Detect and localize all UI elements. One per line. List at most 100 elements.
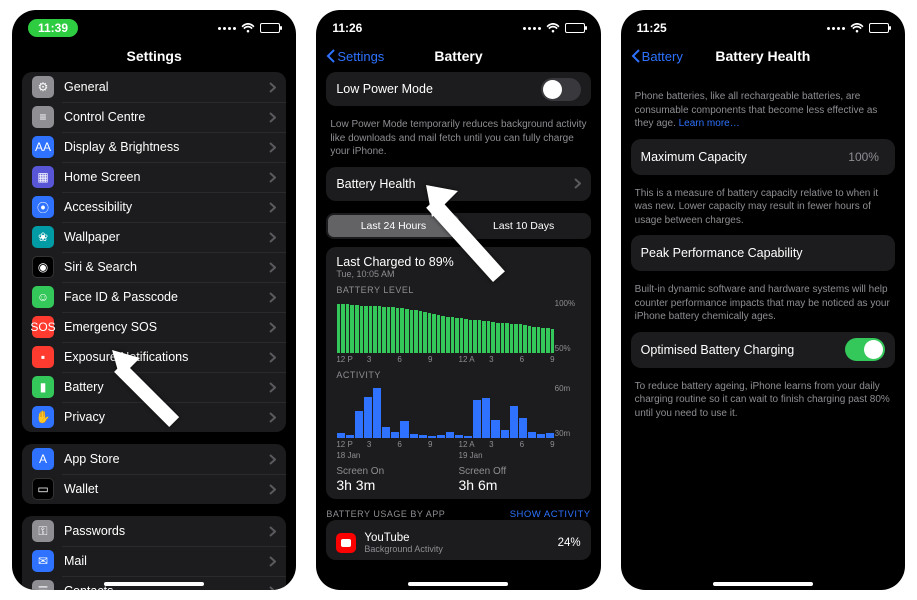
- status-icons: [523, 23, 585, 33]
- page-title: Settings: [127, 48, 182, 64]
- seg-10d[interactable]: Last 10 Days: [459, 215, 589, 237]
- health-content[interactable]: Phone batteries, like all rechargeable b…: [621, 72, 905, 590]
- chart-bar: [482, 398, 490, 438]
- chart-bar: [523, 325, 527, 353]
- max-capacity-row[interactable]: Maximum Capacity 100%: [631, 139, 895, 175]
- chart-bar: [364, 397, 372, 438]
- settings-row-display[interactable]: AADisplay & Brightness: [22, 132, 286, 162]
- home-indicator[interactable]: [408, 582, 508, 586]
- chart-bar: [373, 388, 381, 438]
- settings-row-mail[interactable]: ✉Mail: [22, 546, 286, 576]
- chart-bar: [378, 306, 382, 352]
- chart-bar: [451, 317, 455, 352]
- settings-row-sos[interactable]: SOSEmergency SOS: [22, 312, 286, 342]
- chart-bar: [382, 307, 386, 353]
- status-icons: [218, 23, 280, 33]
- back-button[interactable]: Battery: [631, 49, 683, 64]
- chart-bar: [478, 320, 482, 352]
- chart-bar: [505, 323, 509, 352]
- settings-row-home-screen[interactable]: ▦Home Screen: [22, 162, 286, 192]
- show-activity-link[interactable]: SHOW ACTIVITY: [510, 509, 591, 520]
- settings-row-passwords[interactable]: ⚿Passwords: [22, 516, 286, 546]
- battery-status-icon: [869, 23, 889, 33]
- wifi-icon: [241, 23, 255, 33]
- activity-chart: 60m30m: [336, 384, 580, 438]
- chart-bar: [355, 305, 359, 353]
- learn-more-link[interactable]: Learn more…: [679, 118, 740, 129]
- chart-bar: [514, 324, 518, 353]
- row-label: Wallpaper: [64, 230, 269, 244]
- chevron-right-icon: [269, 352, 276, 363]
- chart-bar: [355, 411, 363, 438]
- low-power-row[interactable]: Low Power Mode: [326, 72, 590, 106]
- chevron-right-icon: [269, 322, 276, 333]
- status-icons: [827, 23, 889, 33]
- home-indicator[interactable]: [713, 582, 813, 586]
- battery-health-row[interactable]: Battery Health: [326, 167, 590, 201]
- settings-row-privacy[interactable]: ✋Privacy: [22, 402, 286, 432]
- chart-bar: [428, 436, 436, 438]
- chart-bar: [501, 430, 509, 437]
- settings-row-wallpaper[interactable]: ❀Wallpaper: [22, 222, 286, 252]
- settings-row-faceid[interactable]: ☺Face ID & Passcode: [22, 282, 286, 312]
- settings-row-accessibility[interactable]: ⦿Accessibility: [22, 192, 286, 222]
- wifi-icon: [546, 23, 560, 33]
- y-60m: 60m: [555, 384, 581, 393]
- screen-on-label: Screen On: [336, 466, 458, 477]
- chevron-right-icon: [269, 82, 276, 93]
- chart-bar: [519, 418, 527, 438]
- back-label: Settings: [337, 49, 384, 64]
- row-label: Privacy: [64, 410, 269, 424]
- peak-perf-row[interactable]: Peak Performance Capability: [631, 235, 895, 271]
- settings-row-siri[interactable]: ◉Siri & Search: [22, 252, 286, 282]
- chart-bar: [510, 406, 518, 438]
- row-label: App Store: [64, 452, 269, 466]
- settings-row-appstore[interactable]: AApp Store: [22, 444, 286, 474]
- status-bar: 11:25: [621, 10, 905, 40]
- app-row-youtube[interactable]: YouTubeBackground Activity 24%: [336, 526, 580, 554]
- chart-bar: [496, 323, 500, 353]
- settings-row-exposure[interactable]: ▪Exposure Notifications: [22, 342, 286, 372]
- chart-bar: [469, 320, 473, 353]
- settings-row-battery[interactable]: ▮Battery: [22, 372, 286, 402]
- app-pct: 24%: [558, 537, 581, 549]
- chart-bar: [455, 318, 459, 353]
- gear-icon: ⚙︎: [32, 76, 54, 98]
- chart-bar: [437, 435, 445, 438]
- face-icon: ☺: [32, 286, 54, 308]
- seg-24h[interactable]: Last 24 Hours: [328, 215, 458, 237]
- max-capacity-label: Maximum Capacity: [641, 150, 849, 164]
- settings-row-control-centre[interactable]: ≡Control Centre: [22, 102, 286, 132]
- battery-status-icon: [565, 23, 585, 33]
- opt-charging-row[interactable]: Optimised Battery Charging: [631, 332, 895, 368]
- chart-bar: [482, 321, 486, 353]
- settings-row-general[interactable]: ⚙︎General: [22, 72, 286, 102]
- chart-bar: [396, 308, 400, 353]
- chart-bar: [473, 400, 481, 438]
- chart-bar: [464, 436, 472, 438]
- home-indicator[interactable]: [104, 582, 204, 586]
- usage-app-card: YouTubeBackground Activity 24%: [326, 520, 590, 560]
- chart-bar: [464, 319, 468, 352]
- opt-charging-toggle[interactable]: [845, 338, 885, 361]
- chevron-right-icon: [269, 556, 276, 567]
- settings-row-wallet[interactable]: ▭Wallet: [22, 474, 286, 504]
- battery-content[interactable]: Low Power Mode Low Power Mode temporaril…: [316, 72, 600, 590]
- back-button[interactable]: Settings: [326, 49, 384, 64]
- screen-on-value: 3h 3m: [336, 477, 458, 493]
- key-icon: ⚿: [32, 520, 54, 542]
- chevron-left-icon: [631, 49, 640, 63]
- chart-bar: [551, 329, 555, 353]
- youtube-icon: [336, 533, 356, 553]
- settings-list[interactable]: ⚙︎General≡Control CentreAADisplay & Brig…: [12, 72, 296, 590]
- clock: 11:25: [637, 21, 667, 35]
- row-label: Battery: [64, 380, 269, 394]
- chart-bar: [405, 309, 409, 352]
- time-range-segmented[interactable]: Last 24 Hours Last 10 Days: [326, 213, 590, 239]
- chart-bar: [337, 304, 341, 353]
- low-power-toggle[interactable]: [541, 78, 581, 101]
- nav-header: Settings Battery: [316, 40, 600, 72]
- chart-bar: [391, 432, 399, 437]
- chart-bar: [501, 323, 505, 353]
- phone-battery-health: 11:25 Battery Battery Health Phone batte…: [621, 10, 905, 590]
